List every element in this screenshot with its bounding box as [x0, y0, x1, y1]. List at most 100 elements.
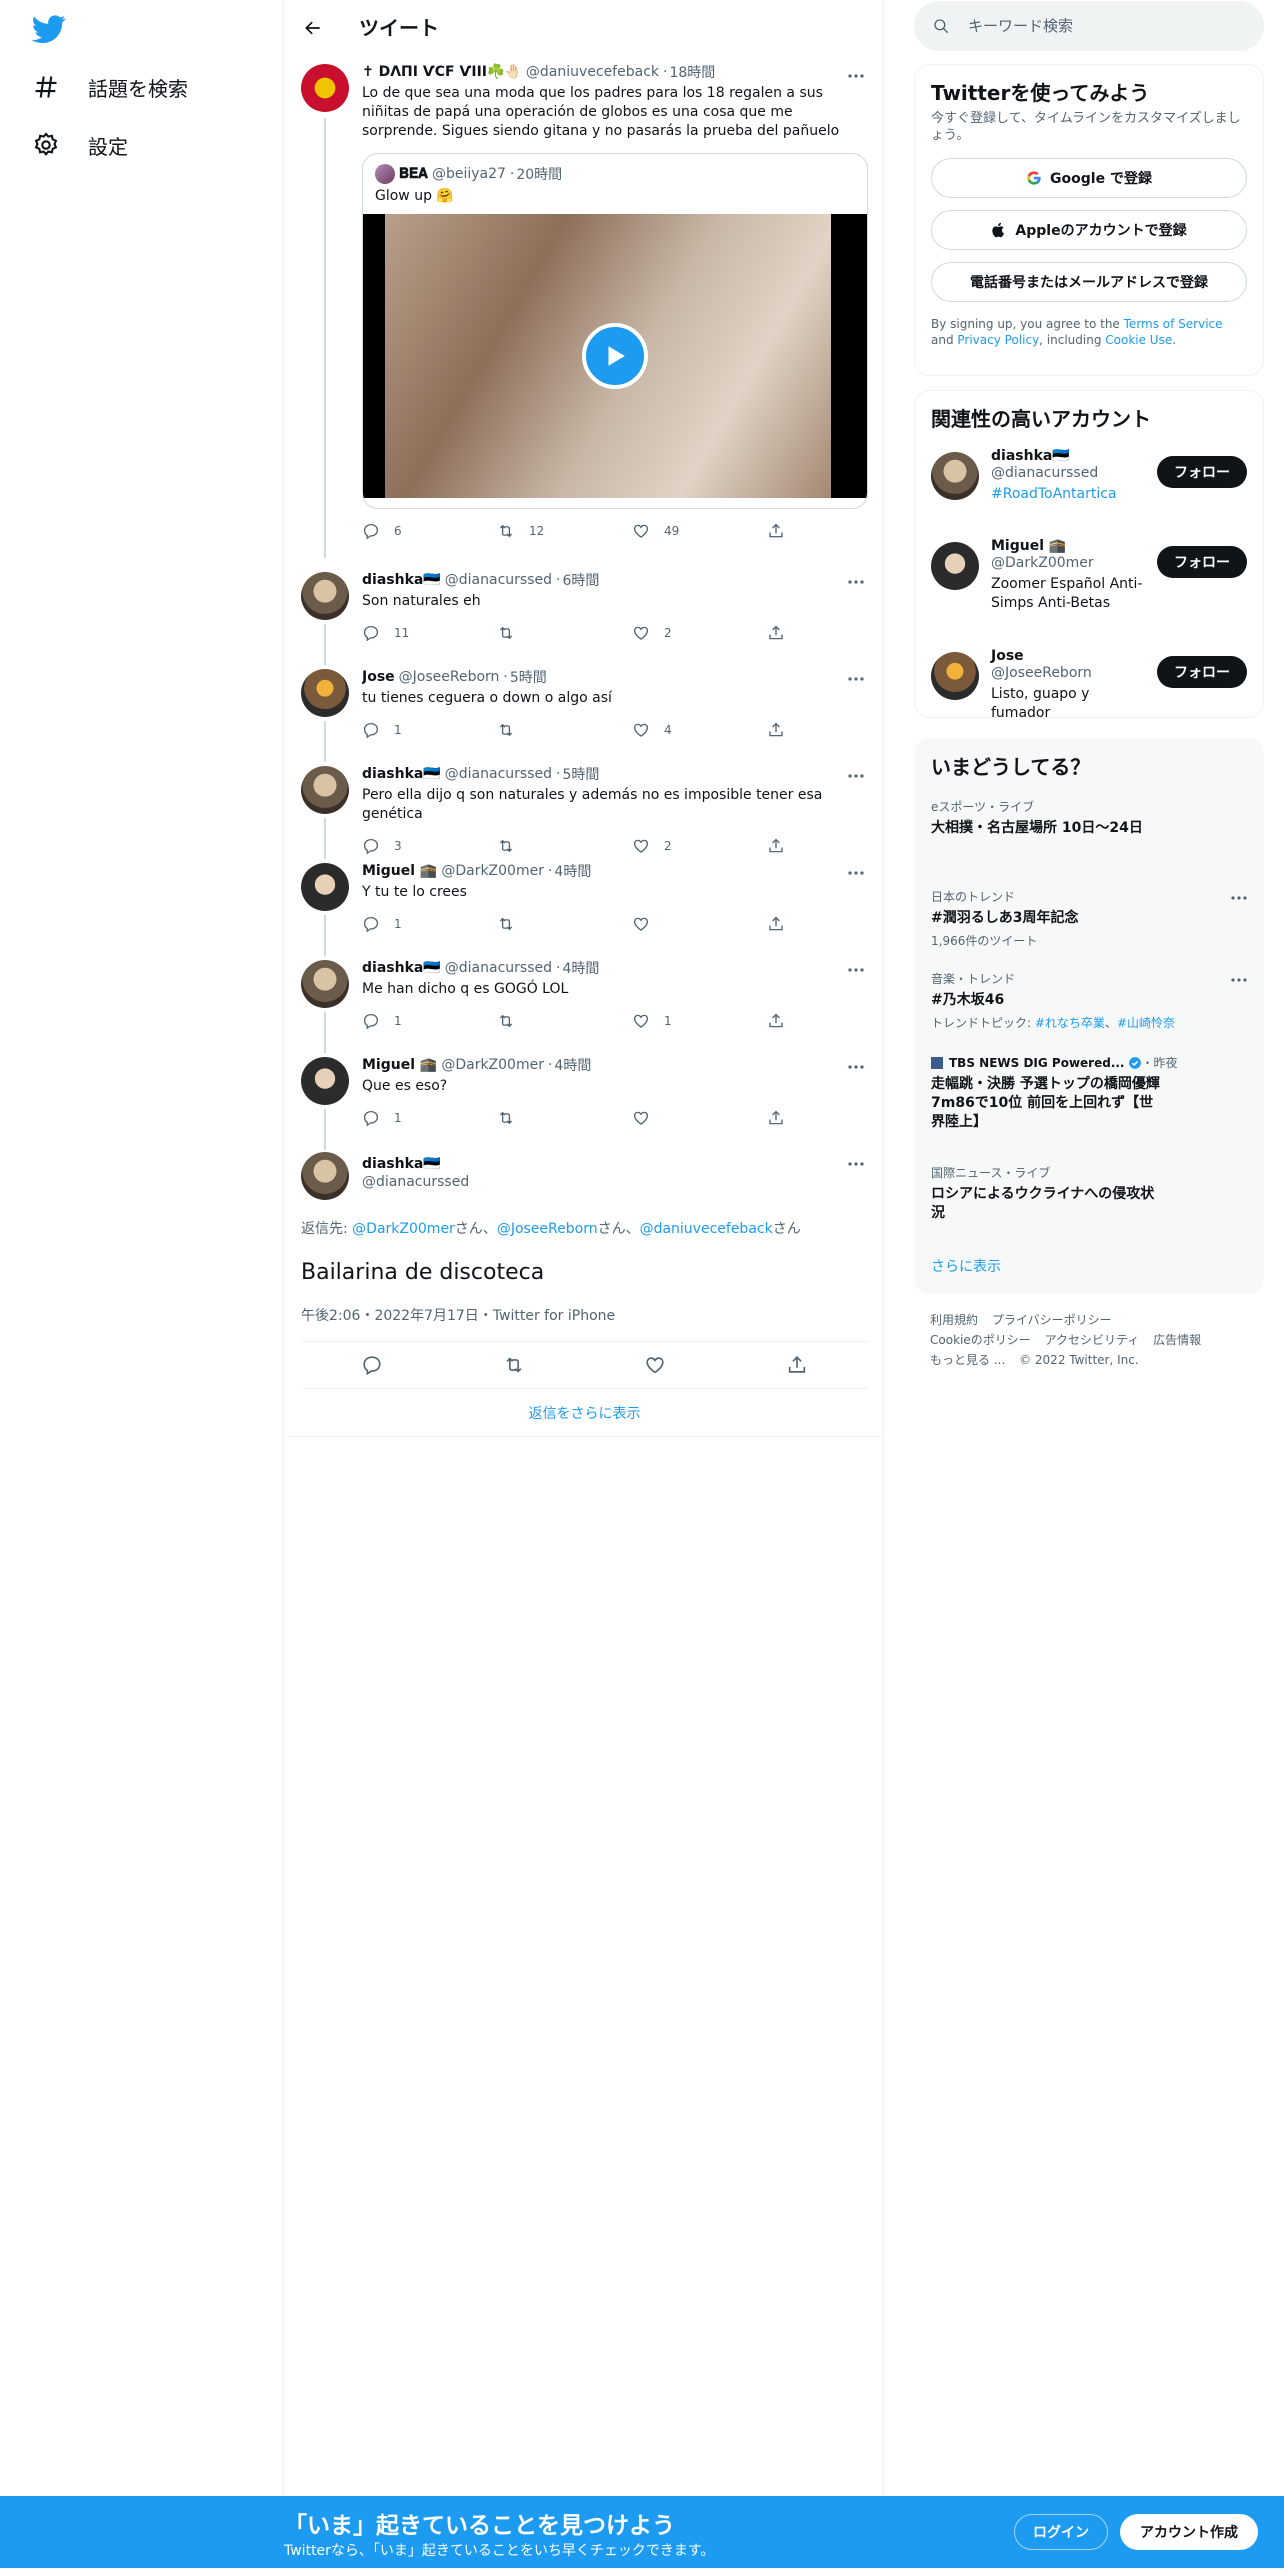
signup-button[interactable]: アカウント作成 [1120, 2514, 1258, 2550]
footer-more-link[interactable]: もっと見る ... [930, 1353, 1005, 1367]
reply-tweet[interactable]: diashka🇪🇪 @dianacurssed · 4時間 Me han dicho q… [285, 958, 884, 1055]
cookie-link[interactable]: Cookie Use [1105, 333, 1172, 347]
avatar[interactable] [931, 452, 979, 500]
focus-author-handle[interactable]: @dianacurssed [362, 1174, 884, 1190]
share-button[interactable] [767, 721, 785, 739]
more-options-icon[interactable] [1227, 888, 1251, 908]
avatar[interactable] [301, 64, 349, 112]
footer-link[interactable]: 利用規約 [930, 1313, 978, 1327]
trend-topic-link[interactable]: #れなち卒業 [1035, 1016, 1105, 1030]
more-options-icon[interactable] [844, 669, 868, 689]
account-row[interactable]: diashka🇪🇪 @dianacurssed #RoadToAntartica… [915, 440, 1263, 530]
follow-button[interactable]: フォロー [1157, 456, 1247, 488]
terms-link[interactable]: Terms of Service [1124, 317, 1223, 331]
trend-item[interactable]: 音楽・トレンド #乃木坂46 トレンドトピック: #れなち卒業、#山崎怜奈 [915, 970, 1263, 1054]
retweet-button[interactable] [497, 837, 632, 855]
reply-button[interactable]: 1 [362, 721, 497, 739]
retweet-button[interactable] [497, 1109, 632, 1127]
google-signup-button[interactable]: Google で登録 [931, 158, 1247, 198]
account-bio[interactable]: #RoadToAntartica [991, 485, 1151, 504]
avatar[interactable] [301, 960, 349, 1008]
reply-to-link[interactable]: @DarkZ00mer [352, 1221, 455, 1237]
trend-item[interactable]: eスポーツ・ライブ 大相撲・名古屋場所 10日〜24日 [915, 798, 1263, 888]
like-button[interactable]: 2 [632, 624, 767, 642]
like-button[interactable]: 1 [632, 1012, 767, 1030]
avatar[interactable] [301, 766, 349, 814]
reply-button[interactable]: 1 [362, 1012, 497, 1030]
avatar[interactable] [301, 863, 349, 911]
privacy-link[interactable]: Privacy Policy [957, 333, 1039, 347]
tweet-author-name[interactable]: diashka🇪🇪 [362, 766, 441, 782]
reply-button[interactable]: 3 [362, 837, 497, 855]
more-options-icon[interactable] [844, 1154, 868, 1174]
tweet-time[interactable]: 6時間 [562, 570, 599, 590]
follow-button[interactable]: フォロー [1157, 656, 1247, 688]
more-options-icon[interactable] [1227, 970, 1251, 990]
reply-tweet[interactable]: diashka🇪🇪 @dianacurssed · 6時間 Son naturales … [285, 570, 884, 667]
avatar[interactable] [301, 572, 349, 620]
focus-author-name[interactable]: diashka🇪🇪 [362, 1156, 884, 1172]
search-input[interactable] [968, 17, 1238, 35]
search-box[interactable] [914, 1, 1264, 51]
more-options-icon[interactable] [844, 572, 868, 592]
reply-tweet[interactable]: Miguel 🕋 @DarkZ00mer · 4時間 Y tu te lo crees 1 [285, 861, 884, 958]
show-more-replies-button[interactable]: 返信をさらに表示 [285, 1389, 884, 1437]
retweet-button[interactable]: 12 [497, 522, 632, 540]
tweet-author-name[interactable]: ✝ DΛПI ѴСF ѴIII☘️🤚🏻 [362, 64, 522, 80]
quoted-tweet[interactable]: 𝐁𝐄𝐀 @beiiya27 · 20時間 Glow up 🤗 [362, 153, 868, 509]
tweet-meta[interactable]: 午後2:06・2022年7月17日・Twitter for iPhone [285, 1305, 884, 1325]
show-more-trends-link[interactable]: さらに表示 [915, 1256, 1263, 1276]
tweet-author-name[interactable]: Jose [362, 669, 395, 685]
reply-tweet[interactable]: Miguel 🕋 @DarkZ00mer · 4時間 Que es eso? 1 [285, 1055, 884, 1152]
like-button[interactable] [632, 915, 767, 933]
more-options-icon[interactable] [844, 960, 868, 980]
more-options-icon[interactable] [844, 863, 868, 883]
account-name[interactable]: diashka🇪🇪 [991, 448, 1151, 464]
footer-link[interactable]: プライバシーポリシー [992, 1313, 1112, 1327]
avatar[interactable] [301, 669, 349, 717]
account-handle[interactable]: @JoseeReborn [991, 665, 1151, 681]
nav-explore[interactable]: 話題を検索 [32, 67, 188, 107]
tweet-author-handle[interactable]: @dianacurssed [445, 766, 552, 782]
avatar[interactable] [301, 1152, 349, 1200]
play-button[interactable] [582, 323, 648, 389]
like-button[interactable]: 4 [632, 721, 767, 739]
account-name[interactable]: Miguel 🕋 [991, 538, 1151, 554]
tweet-time[interactable]: 4時間 [554, 1055, 591, 1075]
retweet-button[interactable] [497, 1012, 632, 1030]
reply-button[interactable]: 1 [362, 1109, 497, 1127]
footer-link[interactable]: Cookieのポリシー [930, 1333, 1031, 1347]
follow-button[interactable]: フォロー [1157, 546, 1247, 578]
tweet-time[interactable]: 5時間 [510, 667, 547, 687]
tweet-author-handle[interactable]: @dianacurssed [445, 572, 552, 588]
trend-item[interactable]: TBS NEWS DIG Powered... ・昨夜 走幅跳・決勝 予選トップ… [915, 1054, 1263, 1164]
reply-button[interactable]: 6 [362, 522, 497, 540]
trend-topic-link[interactable]: #山崎怜奈 [1117, 1016, 1175, 1030]
reply-to-link[interactable]: @JoseeReborn [497, 1221, 598, 1237]
retweet-icon[interactable] [503, 1354, 525, 1376]
like-button[interactable]: 2 [632, 837, 767, 855]
tweet-time[interactable]: 4時間 [562, 958, 599, 978]
account-handle[interactable]: @dianacurssed [991, 465, 1151, 481]
like-button[interactable]: 49 [632, 522, 767, 540]
back-button[interactable] [297, 12, 329, 44]
trend-item[interactable]: 日本のトレンド #潤羽るしあ3周年記念 1,966件のツイート [915, 888, 1263, 970]
more-options-icon[interactable] [844, 766, 868, 786]
reply-icon[interactable] [361, 1354, 383, 1376]
reply-to-link[interactable]: @daniuvecefeback [640, 1221, 773, 1237]
tweet-author-handle[interactable]: @DarkZ00mer [441, 863, 544, 879]
tweet-time[interactable]: 18時間 [669, 62, 715, 82]
reply-button[interactable]: 1 [362, 915, 497, 933]
tweet-time[interactable]: 5時間 [562, 764, 599, 784]
tweet-author-handle[interactable]: @daniuvecefeback [526, 64, 659, 80]
retweet-button[interactable] [497, 915, 632, 933]
tweet-author-name[interactable]: diashka🇪🇪 [362, 960, 441, 976]
tweet-author-name[interactable]: Miguel 🕋 [362, 1057, 437, 1073]
avatar[interactable] [931, 652, 979, 700]
share-button[interactable] [767, 522, 785, 540]
tweet-author-handle[interactable]: @dianacurssed [445, 960, 552, 976]
tweet-author-handle[interactable]: @DarkZ00mer [441, 1057, 544, 1073]
avatar[interactable] [301, 1057, 349, 1105]
tweet-time[interactable]: 4時間 [554, 861, 591, 881]
twitter-logo-icon[interactable] [32, 12, 66, 46]
